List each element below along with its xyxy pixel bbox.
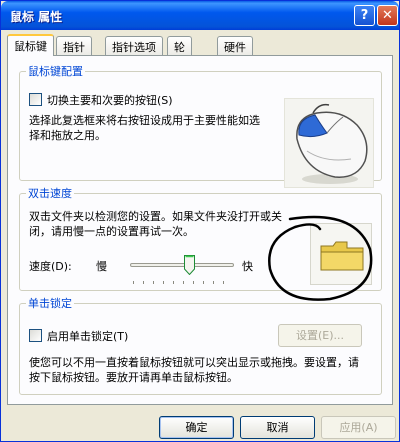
title-bar[interactable]: 鼠标 属性 ? ✕ bbox=[1, 1, 399, 30]
click-lock-label[interactable]: 启用单击锁定(T) bbox=[47, 328, 128, 344]
double-click-legend: 双击速度 bbox=[28, 187, 72, 200]
button-config-group: 鼠标键配置 切换主要和次要的按钮(S) 选择此复选框来将右按钮设成用于主要性能如… bbox=[19, 63, 382, 188]
click-lock-legend: 单击锁定 bbox=[28, 297, 72, 310]
cancel-button[interactable]: 取消 bbox=[240, 416, 315, 439]
switch-buttons-description: 选择此复选框来将右按钮设成用于主要性能如选择和拖放之用。 bbox=[29, 114, 260, 142]
window-title: 鼠标 属性 bbox=[10, 10, 63, 24]
fast-label: 快 bbox=[242, 260, 253, 273]
slow-label: 慢 bbox=[96, 260, 107, 273]
hand-drawn-circle bbox=[268, 215, 373, 301]
tab-hardware[interactable]: 硬件 bbox=[217, 36, 253, 55]
speed-slider-ticks bbox=[133, 281, 233, 284]
double-click-group: 双击速度 双击文件夹以检测您的设置。如果文件夹没打开或关闭，请用慢一点的设置再试… bbox=[19, 185, 382, 301]
ok-button[interactable]: 确定 bbox=[159, 416, 234, 439]
speed-label: 速度(D): bbox=[29, 260, 72, 273]
apply-button[interactable]: 应用(A) bbox=[321, 416, 396, 439]
close-button[interactable]: ✕ bbox=[377, 5, 398, 26]
switch-buttons-checkbox[interactable] bbox=[29, 93, 42, 106]
mouse-image bbox=[284, 98, 374, 188]
speed-slider-track[interactable] bbox=[130, 263, 234, 267]
tab-panel: 鼠标键配置 切换主要和次要的按钮(S) 选择此复选框来将右按钮设成用于主要性能如… bbox=[7, 55, 393, 405]
double-click-description: 双击文件夹以检测您的设置。如果文件夹没打开或关闭，请用慢一点的设置再试一次。 bbox=[29, 210, 282, 238]
tab-wheel[interactable]: 轮 bbox=[167, 36, 192, 55]
mouse-icon bbox=[296, 103, 368, 184]
click-lock-group: 单击锁定 启用单击锁定(T) 设置(E)... 使您可以不用一直按着鼠标按钮就可… bbox=[19, 295, 382, 395]
button-config-legend: 鼠标键配置 bbox=[28, 65, 83, 78]
tab-pointers[interactable]: 指针 bbox=[56, 36, 92, 55]
help-button[interactable]: ? bbox=[354, 5, 375, 26]
tab-pointer-options[interactable]: 指针选项 bbox=[105, 36, 163, 55]
click-lock-description: 使您可以不用一直按着鼠标按钮就可以突出显示或拖拽。要设置，请按下鼠标按钮。要放开… bbox=[29, 356, 359, 384]
speed-slider-thumb[interactable] bbox=[183, 255, 195, 275]
tab-buttons[interactable]: 鼠标键 bbox=[7, 34, 54, 56]
mouse-properties-dialog: 鼠标 属性 ? ✕ 鼠标键 指针 指针选项 轮 硬件 鼠标键配置 切换主要和次要… bbox=[0, 0, 400, 442]
click-lock-checkbox[interactable] bbox=[29, 329, 42, 342]
settings-button[interactable]: 设置(E)... bbox=[278, 324, 362, 347]
switch-buttons-label[interactable]: 切换主要和次要的按钮(S) bbox=[47, 92, 173, 108]
